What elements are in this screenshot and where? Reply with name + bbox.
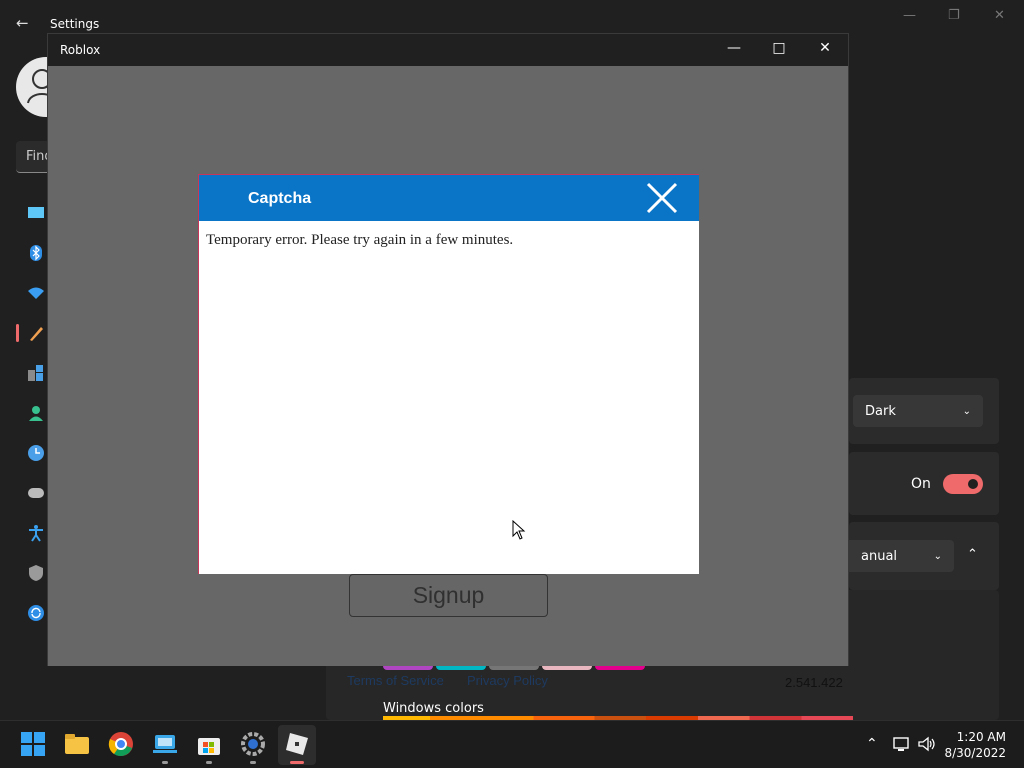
running-indicator <box>206 761 212 764</box>
accent-mode-dropdown[interactable]: anual ⌄ <box>849 540 954 572</box>
theme-dropdown[interactable]: Dark ⌄ <box>853 395 983 427</box>
roblox-window: Roblox — □ ✕ Signup Terms of Service Pri… <box>47 33 849 690</box>
bluetooth-icon[interactable] <box>27 244 45 262</box>
close-icon[interactable] <box>645 181 679 215</box>
terms-link[interactable]: Terms of Service <box>347 673 444 688</box>
chevron-down-icon: ⌄ <box>962 405 971 417</box>
captcha-dialog: Captcha Temporary error. Please try agai… <box>198 174 699 574</box>
signup-button[interactable]: Signup <box>349 574 548 617</box>
settings-gear-icon[interactable] <box>240 731 266 757</box>
roblox-icon[interactable] <box>284 731 310 757</box>
clock[interactable]: 1:20 AM 8/30/2022 <box>944 729 1006 761</box>
mouse-cursor-icon <box>512 519 526 544</box>
back-arrow-icon[interactable]: ← <box>16 14 29 32</box>
captcha-error-message: Temporary error. Please try again in a f… <box>206 232 514 248</box>
system-icon[interactable] <box>27 204 45 222</box>
active-indicator <box>290 761 304 764</box>
show-hidden-icons-chevron-icon[interactable]: ⌃ <box>866 736 878 752</box>
settings-title: Settings <box>50 17 100 31</box>
microsoft-store-icon[interactable] <box>196 731 222 757</box>
transparency-toggle[interactable] <box>943 474 983 494</box>
accounts-icon[interactable] <box>27 404 45 422</box>
chevron-down-icon: ⌄ <box>933 550 942 562</box>
network-icon[interactable] <box>27 284 45 302</box>
time-language-icon[interactable] <box>27 444 45 462</box>
roblox-titlebar[interactable]: Roblox — □ ✕ <box>48 34 848 66</box>
close-icon[interactable]: ✕ <box>994 8 1005 23</box>
maximize-icon[interactable]: □ <box>767 40 791 60</box>
captcha-header: Captcha <box>199 175 699 221</box>
gaming-icon[interactable] <box>27 484 45 502</box>
running-indicator <box>162 761 168 764</box>
captcha-title: Captcha <box>248 190 312 207</box>
version-label: 2.541.422 <box>785 675 843 690</box>
windows-update-icon[interactable] <box>27 604 45 622</box>
toggle-label: On <box>911 476 931 492</box>
accessibility-icon[interactable] <box>27 524 45 542</box>
network-status-icon[interactable] <box>893 736 909 756</box>
roblox-content: Signup Terms of Service Privacy Policy 2… <box>48 66 848 690</box>
personalization-icon[interactable] <box>27 324 45 342</box>
taskbar: ⌃ 1:20 AM 8/30/2022 <box>0 720 1024 768</box>
clock-time: 1:20 AM <box>956 730 1006 744</box>
clock-date: 8/30/2022 <box>944 746 1006 760</box>
apps-icon[interactable] <box>27 364 45 382</box>
start-icon[interactable] <box>20 731 46 757</box>
volume-icon[interactable] <box>918 736 936 756</box>
minimize-icon[interactable]: — <box>722 40 746 60</box>
app-icon[interactable] <box>152 731 178 757</box>
chrome-icon[interactable] <box>108 731 134 757</box>
privacy-shield-icon[interactable] <box>27 564 45 582</box>
privacy-link[interactable]: Privacy Policy <box>467 673 548 688</box>
restore-icon[interactable]: ❐ <box>948 8 960 23</box>
roblox-window-title: Roblox <box>60 43 101 57</box>
file-explorer-icon[interactable] <box>64 731 90 757</box>
close-icon[interactable]: ✕ <box>813 40 837 60</box>
minimize-icon[interactable]: — <box>903 8 916 23</box>
nav-selection-indicator <box>16 324 19 342</box>
collapse-chevron-icon[interactable]: ⌃ <box>967 547 978 562</box>
windows-colors-label: Windows colors <box>383 701 484 716</box>
running-indicator <box>250 761 256 764</box>
